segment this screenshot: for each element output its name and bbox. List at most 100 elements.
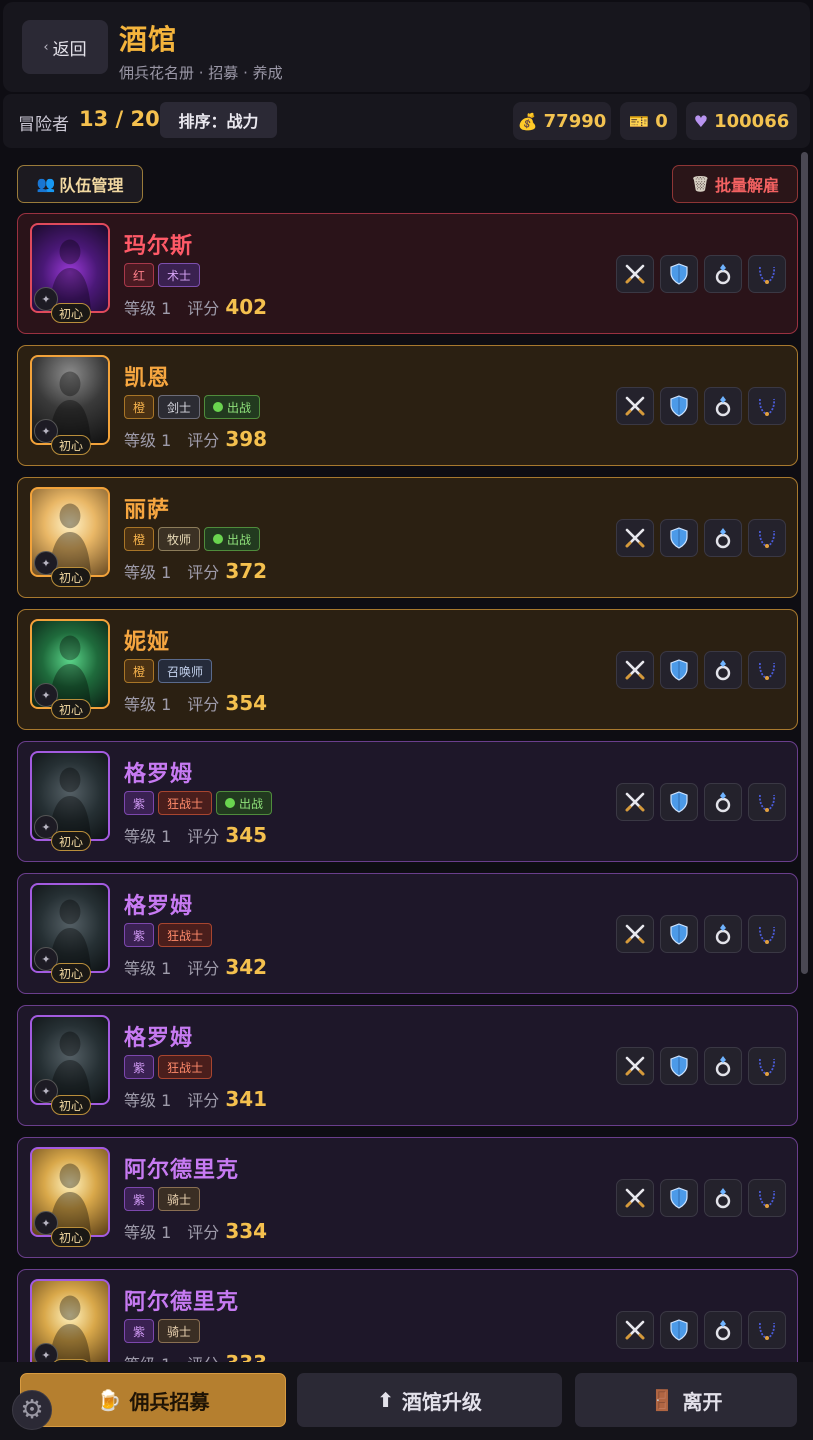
weapon-slot[interactable] (616, 1047, 654, 1085)
necklace-icon (755, 658, 779, 682)
weapon-slot[interactable] (616, 255, 654, 293)
ring-slot[interactable] (704, 519, 742, 557)
shield-icon (667, 262, 691, 286)
ring-icon (711, 262, 735, 286)
score-value: 333 (225, 1351, 267, 1362)
upgrade-button[interactable]: ⬆ 酒馆升级 (297, 1373, 562, 1427)
necklace-slot[interactable] (748, 255, 786, 293)
hero-card[interactable]: ✦ 初心 阿尔德里克 紫骑士 等级 1 评分 333 (17, 1269, 798, 1362)
hero-card[interactable]: ✦ 初心 格罗姆 紫狂战士 等级 1 评分 342 (17, 873, 798, 994)
hero-name: 阿尔德里克 (124, 1290, 240, 1315)
back-button[interactable]: ‹ 返回 (22, 20, 108, 74)
equipment-slots (616, 783, 786, 821)
hero-card[interactable]: ✦ 初心 丽萨 橙牧师 出战 等级 1 评分 372 (17, 477, 798, 598)
necklace-slot[interactable] (748, 1047, 786, 1085)
hero-meta: 等级 1 评分 372 (124, 559, 267, 583)
hero-card[interactable]: ✦ 初心 格罗姆 紫狂战士 等级 1 评分 341 (17, 1005, 798, 1126)
init-badge: 初心 (51, 963, 91, 983)
necklace-slot[interactable] (748, 651, 786, 689)
ring-icon (711, 790, 735, 814)
necklace-slot[interactable] (748, 1311, 786, 1349)
team-manage-button[interactable]: 👥 队伍管理 (17, 165, 143, 203)
crossed-swords-icon (623, 1054, 647, 1078)
armor-slot[interactable] (660, 1179, 698, 1217)
recruit-button[interactable]: 🍺 佣兵招募 (20, 1373, 286, 1427)
hero-card[interactable]: ✦ 初心 阿尔德里克 紫骑士 等级 1 评分 334 (17, 1137, 798, 1258)
score-label: 评分 (187, 1091, 220, 1110)
equipment-slots (616, 1179, 786, 1217)
ticket-counter: 🎫 0 (620, 102, 677, 140)
settings-gear-icon[interactable]: ⚙ (12, 1390, 52, 1430)
class-tag: 狂战士 (158, 1055, 213, 1079)
ring-slot[interactable] (704, 1311, 742, 1349)
armor-slot[interactable] (660, 1047, 698, 1085)
weapon-slot[interactable] (616, 519, 654, 557)
adventurers-count: 13 / 20 (79, 107, 160, 131)
score-label: 评分 (187, 563, 220, 582)
ring-icon (711, 922, 735, 946)
weapon-slot[interactable] (616, 915, 654, 953)
status-dot-icon (225, 798, 236, 808)
weapon-slot[interactable] (616, 651, 654, 689)
batch-dismiss-button[interactable]: 🗑 批量解雇 (672, 165, 798, 203)
level-label: 等级 (124, 299, 157, 318)
score-value: 402 (225, 295, 268, 319)
weapon-slot[interactable] (616, 1179, 654, 1217)
ring-slot[interactable] (704, 1047, 742, 1085)
leave-button[interactable]: 🚪 离开 (575, 1373, 797, 1427)
necklace-slot[interactable] (748, 387, 786, 425)
hero-card[interactable]: ✦ 初心 妮娅 橙召唤师 等级 1 评分 354 (17, 609, 798, 730)
rarity-tag: 紫 (124, 1319, 155, 1343)
level-label: 等级 (124, 1223, 157, 1242)
crossed-swords-icon (623, 394, 647, 418)
armor-slot[interactable] (660, 915, 698, 953)
hero-tags: 红术士 (124, 263, 201, 287)
ring-slot[interactable] (704, 651, 742, 689)
level-value: 1 (161, 431, 172, 450)
hero-card[interactable]: ✦ 初心 凯恩 橙剑士 出战 等级 1 评分 398 (17, 345, 798, 466)
scrollbar-thumb[interactable] (801, 152, 808, 974)
hero-tags: 紫狂战士 (124, 923, 213, 947)
weapon-slot[interactable] (616, 1311, 654, 1349)
level-label: 等级 (124, 695, 157, 714)
score-label: 评分 (187, 1351, 219, 1362)
init-badge: 初心 (51, 303, 91, 323)
armor-slot[interactable] (660, 387, 698, 425)
hero-list[interactable]: 👥 队伍管理 🗑 批量解雇 ✦ 初心 玛尔斯 红术士 等级 1 评分 402 ✦… (3, 150, 810, 1362)
ring-icon (711, 526, 735, 550)
deploy-label: 出战 (227, 400, 252, 415)
necklace-slot[interactable] (748, 915, 786, 953)
necklace-slot[interactable] (748, 1179, 786, 1217)
level-label: 等级 (124, 827, 157, 846)
necklace-slot[interactable] (748, 783, 786, 821)
batch-dismiss-label: 批量解雇 (715, 176, 780, 195)
armor-slot[interactable] (660, 783, 698, 821)
shield-icon (667, 1318, 691, 1342)
armor-slot[interactable] (660, 651, 698, 689)
ring-slot[interactable] (704, 255, 742, 293)
weapon-slot[interactable] (616, 783, 654, 821)
armor-slot[interactable] (660, 519, 698, 557)
class-tag: 狂战士 (158, 791, 213, 815)
weapon-slot[interactable] (616, 387, 654, 425)
hero-name: 阿尔德里克 (124, 1158, 240, 1183)
crossed-swords-icon (623, 1318, 647, 1342)
sort-button[interactable]: 排序：战力 (160, 102, 277, 138)
necklace-slot[interactable] (748, 519, 786, 557)
armor-slot[interactable] (660, 1311, 698, 1349)
ring-slot[interactable] (704, 915, 742, 953)
header-panel: ‹ 返回 酒馆 佣兵花名册 · 招募 · 养成 (3, 2, 810, 92)
ring-slot[interactable] (704, 387, 742, 425)
equipment-slots (616, 387, 786, 425)
hero-card[interactable]: ✦ 初心 格罗姆 紫狂战士 出战 等级 1 评分 345 (17, 741, 798, 862)
rarity-tag: 橙 (124, 395, 155, 419)
shield-icon (667, 1054, 691, 1078)
score-value: 345 (225, 823, 268, 847)
hero-card[interactable]: ✦ 初心 玛尔斯 红术士 等级 1 评分 402 (17, 213, 798, 334)
class-tag: 骑士 (158, 1319, 201, 1343)
level-value: 1 (161, 1355, 171, 1362)
crossed-swords-icon (623, 922, 647, 946)
armor-slot[interactable] (660, 255, 698, 293)
ring-slot[interactable] (704, 783, 742, 821)
ring-slot[interactable] (704, 1179, 742, 1217)
